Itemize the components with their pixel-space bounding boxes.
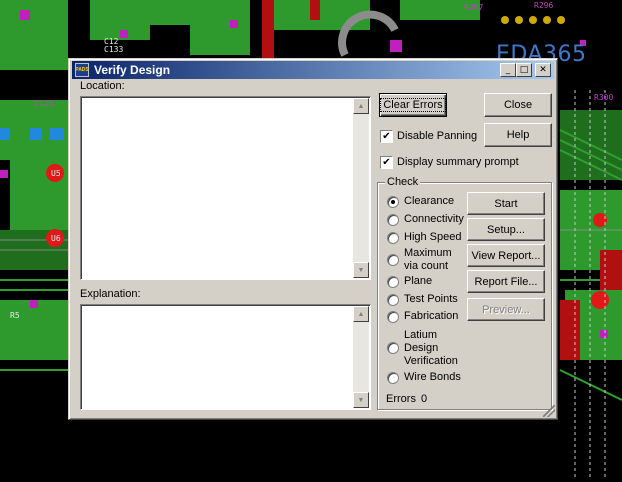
summary-prompt-label[interactable]: Display summary prompt [397,156,519,168]
close-button[interactable]: Close [484,93,552,117]
dialog-title: Verify Design [94,63,171,77]
resize-grip-icon[interactable] [543,405,555,417]
location-scrollbar[interactable]: ▲ ▼ [353,98,369,278]
clear-errors-button[interactable]: Clear Errors [379,93,447,117]
start-button[interactable]: Start [467,192,545,215]
pcb-label: R296 [534,1,554,10]
radio-label-high-speed[interactable]: High Speed [404,231,462,243]
disable-panning-label[interactable]: Disable Panning [397,130,477,142]
radio-plane[interactable] [387,276,399,288]
radio-high-speed[interactable] [387,232,399,244]
pcb-label: C130 [34,99,54,108]
radio-label-fabrication[interactable]: Fabrication [404,310,458,322]
location-list[interactable]: ▲ ▼ [80,96,371,280]
explanation-text[interactable]: ▲ ▼ [80,304,371,410]
setup-button[interactable]: Setup... [467,218,545,241]
check-group-title: Check [385,176,421,188]
disable-panning-checkbox[interactable]: ✔ [380,130,393,143]
scroll-up-icon[interactable]: ▲ [353,98,369,114]
preview-button[interactable]: Preview... [467,298,545,321]
scroll-up-icon[interactable]: ▲ [353,306,369,322]
radio-label-plane[interactable]: Plane [404,275,432,287]
explanation-scrollbar[interactable]: ▲ ▼ [353,306,369,408]
explanation-label: Explanation: [80,288,141,300]
minimize-button[interactable]: _ [500,63,516,77]
radio-label-maximum-via-count[interactable]: Maximum via count [404,247,464,273]
scroll-down-icon[interactable]: ▼ [353,262,369,278]
close-window-button[interactable]: ✕ [535,63,551,77]
pcb-label: U6 [51,234,61,243]
radio-test-points[interactable] [387,294,399,306]
pcb-label: R300 [594,93,614,102]
pcb-label: C133 [104,45,124,54]
radio-connectivity[interactable] [387,214,399,226]
location-label: Location: [80,80,125,92]
radio-fabrication[interactable] [387,311,399,323]
scroll-down-icon[interactable]: ▼ [353,392,369,408]
radio-wire-bonds[interactable] [387,372,399,384]
pcb-label: R5 [10,311,20,320]
radio-label-clearance[interactable]: Clearance [404,195,454,207]
radio-latium-design-verification[interactable] [387,342,399,354]
summary-prompt-checkbox[interactable]: ✔ [380,156,393,169]
radio-label-connectivity[interactable]: Connectivity [404,213,464,225]
report-file-button[interactable]: Report File... [467,270,545,293]
pads-app-icon: PADS [75,63,89,77]
help-button[interactable]: Help [484,123,552,147]
maximize-button[interactable]: □ [516,63,532,77]
radio-label-test-points[interactable]: Test Points [404,293,458,305]
radio-label-latium-design-verification[interactable]: Latium Design Verification [404,329,464,368]
radio-maximum-via-count[interactable] [387,254,399,266]
pcb-label: R297 [464,3,484,12]
errors-count: 0 [421,393,428,405]
verify-design-dialog: PADS Verify Design _ □ ✕ Location: ▲ ▼ E… [68,58,558,420]
title-bar[interactable]: PADS Verify Design _ □ ✕ [72,61,554,79]
radio-clearance[interactable] [387,196,399,208]
view-report-button[interactable]: View Report... [467,244,545,267]
pcb-label: U5 [51,169,61,178]
radio-label-wire-bonds[interactable]: Wire Bonds [404,371,461,383]
errors-label: Errors [386,393,416,405]
